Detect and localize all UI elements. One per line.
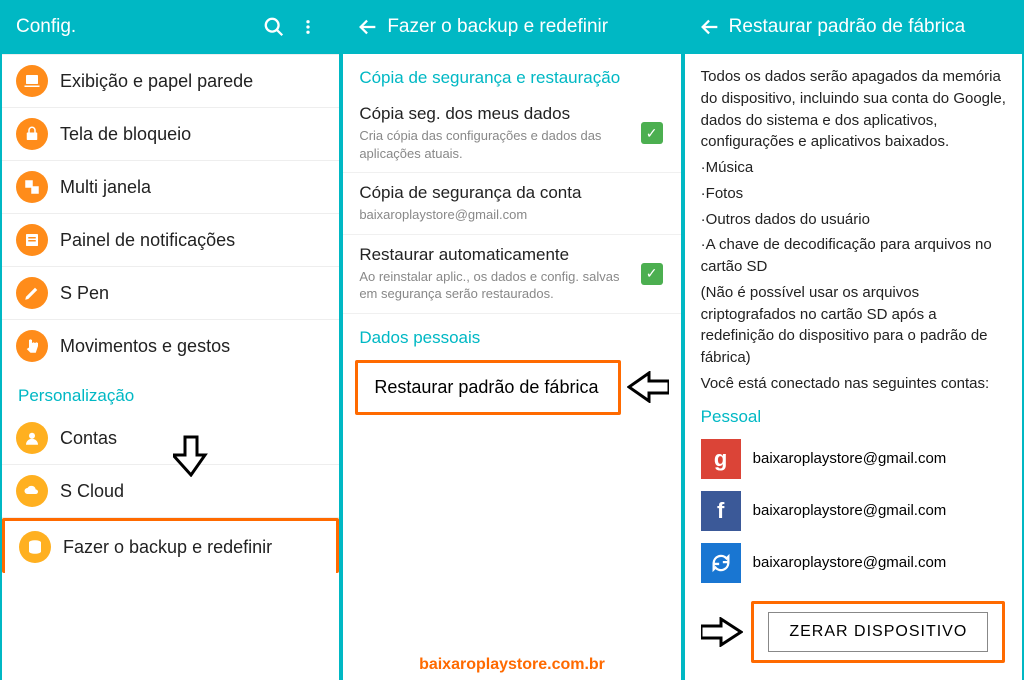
notifications-icon: [16, 224, 48, 256]
header: Config.: [2, 0, 339, 54]
bullet: ·A chave de decodificação para arquivos …: [685, 234, 1022, 282]
page-title: Config.: [16, 16, 257, 38]
reset-button-highlight: ZERAR DISPOSITIVO: [751, 601, 1005, 663]
item-label: Painel de notificações: [60, 230, 235, 251]
account-row: baixaroplaystore@gmail.com: [685, 537, 1022, 589]
account-row: f baixaroplaystore@gmail.com: [685, 485, 1022, 537]
watermark-text: baixaroplaystore.com.br: [419, 656, 605, 674]
item-label: Movimentos e gestos: [60, 336, 230, 357]
item-label: S Pen: [60, 283, 109, 304]
list-item[interactable]: Multi janela: [2, 161, 339, 214]
account-email: baixaroplaystore@gmail.com: [753, 554, 947, 571]
search-icon[interactable]: [257, 16, 291, 38]
reset-device-button[interactable]: ZERAR DISPOSITIVO: [768, 612, 988, 652]
list-item[interactable]: Painel de notificações: [2, 214, 339, 267]
arrow-right-annotation: [701, 617, 743, 647]
arrow-down-annotation: [173, 433, 209, 477]
list-item[interactable]: Movimentos e gestos: [2, 320, 339, 372]
setting-subtitle: Ao reinstalar aplic., os dados e config.…: [359, 268, 626, 303]
list-item[interactable]: Contas: [2, 412, 339, 465]
settings-list: Exibição e papel parede Tela de bloqueio…: [2, 54, 339, 680]
multiwindow-icon: [16, 171, 48, 203]
list-item[interactable]: Tela de bloqueio: [2, 108, 339, 161]
bullet: ·Fotos: [685, 183, 1022, 209]
item-label: Multi janela: [60, 177, 151, 198]
factory-reset-panel: Restaurar padrão de fábrica Todos os dad…: [685, 0, 1022, 680]
checkbox-checked-icon[interactable]: ✓: [641, 263, 663, 285]
item-label: Tela de bloqueio: [60, 124, 191, 145]
gestures-icon: [16, 330, 48, 362]
setting-backup-my-data[interactable]: Cópia seg. dos meus dados Cria cópia das…: [343, 94, 680, 173]
list-item[interactable]: Exibição e papel parede: [2, 54, 339, 108]
setting-subtitle: baixaroplaystore@gmail.com: [359, 206, 664, 224]
factory-reset-label: Restaurar padrão de fábrica: [374, 377, 598, 397]
factory-reset-row[interactable]: Restaurar padrão de fábrica: [355, 360, 620, 415]
intro-text: Todos os dados serão apagados da memória…: [685, 54, 1022, 157]
backup-content: Cópia de segurança e restauração Cópia s…: [343, 54, 680, 680]
item-label: Contas: [60, 428, 117, 449]
header: Restaurar padrão de fábrica: [685, 0, 1022, 54]
facebook-icon: f: [701, 491, 741, 531]
item-label: S Cloud: [60, 481, 124, 502]
list-item[interactable]: S Cloud: [2, 465, 339, 518]
accounts-icon: [16, 422, 48, 454]
setting-auto-restore[interactable]: Restaurar automaticamente Ao reinstalar …: [343, 235, 680, 314]
section-title: Cópia de segurança e restauração: [343, 54, 680, 94]
setting-title: Cópia de segurança da conta: [359, 183, 664, 203]
more-icon[interactable]: [291, 16, 325, 38]
display-icon: [16, 65, 48, 97]
checkbox-checked-icon[interactable]: ✓: [641, 122, 663, 144]
section-title: Dados pessoais: [343, 314, 680, 354]
account-email: baixaroplaystore@gmail.com: [753, 450, 947, 467]
bullet: ·Música: [685, 157, 1022, 183]
google-icon: g: [701, 439, 741, 479]
section-title: Personalização: [2, 372, 339, 412]
setting-subtitle: Cria cópia das configurações e dados das…: [359, 127, 626, 162]
lock-icon: [16, 118, 48, 150]
note-text: (Não é possível usar os arquivos criptog…: [685, 282, 1022, 373]
section-personal: Pessoal: [685, 399, 1022, 433]
backup-reset-panel: Fazer o backup e redefinir Cópia de segu…: [343, 0, 680, 680]
back-icon[interactable]: [699, 16, 721, 38]
setting-title: Restaurar automaticamente: [359, 245, 626, 265]
header: Fazer o backup e redefinir: [343, 0, 680, 54]
account-email: baixaroplaystore@gmail.com: [753, 502, 947, 519]
list-item[interactable]: S Pen: [2, 267, 339, 320]
connected-text: Você está conectado nas seguintes contas…: [685, 373, 1022, 399]
sync-icon: [701, 543, 741, 583]
pen-icon: [16, 277, 48, 309]
account-row: g baixaroplaystore@gmail.com: [685, 433, 1022, 485]
list-item-backup-reset[interactable]: Fazer o backup e redefinir: [2, 518, 339, 573]
page-title: Fazer o backup e redefinir: [387, 16, 666, 38]
bullet: ·Outros dados do usuário: [685, 209, 1022, 235]
setting-backup-account[interactable]: Cópia de segurança da conta baixaroplays…: [343, 173, 680, 235]
backup-icon: [19, 531, 51, 563]
arrow-left-annotation: [627, 371, 669, 403]
back-icon[interactable]: [357, 16, 379, 38]
page-title: Restaurar padrão de fábrica: [729, 16, 1008, 38]
setting-title: Cópia seg. dos meus dados: [359, 104, 626, 124]
item-label: Fazer o backup e redefinir: [63, 537, 272, 558]
reset-content: Todos os dados serão apagados da memória…: [685, 54, 1022, 680]
settings-panel: Config. Exibição e papel parede Tela de …: [2, 0, 339, 680]
cloud-icon: [16, 475, 48, 507]
item-label: Exibição e papel parede: [60, 71, 253, 92]
